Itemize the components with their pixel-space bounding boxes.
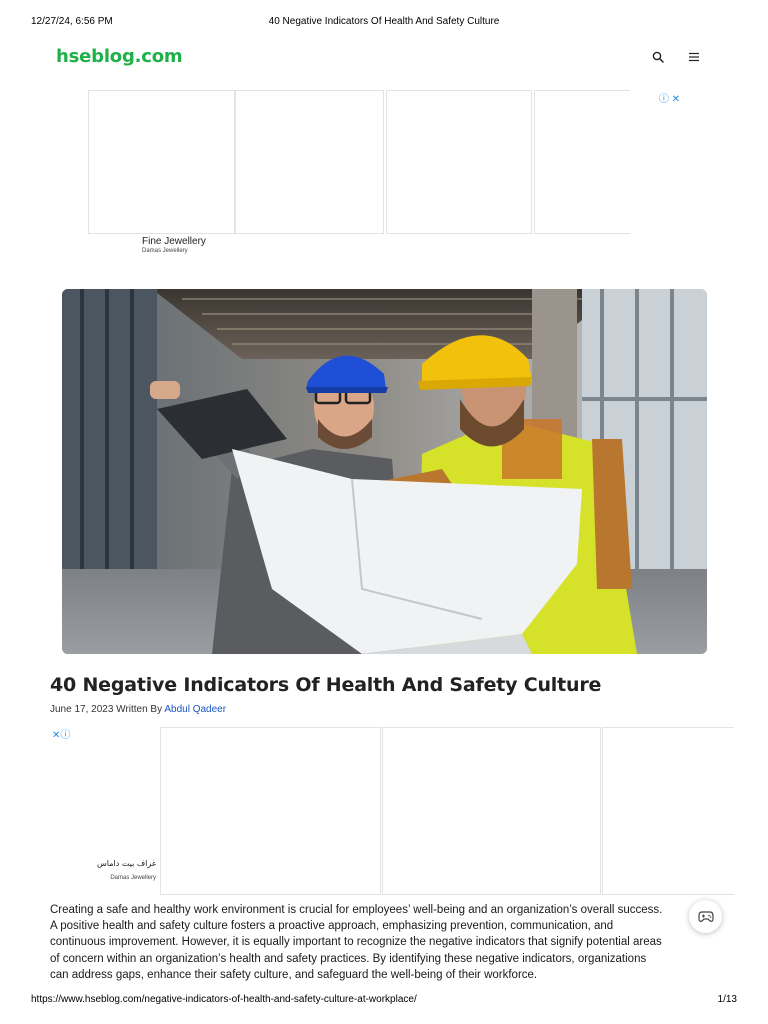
intro-line: continuous improvement. However, it is e… bbox=[50, 936, 662, 949]
print-page-title: 40 Negative Indicators Of Health And Saf… bbox=[268, 16, 500, 27]
floating-game-button[interactable] bbox=[689, 900, 722, 933]
gamepad-icon bbox=[697, 910, 714, 922]
ad-card[interactable] bbox=[382, 727, 601, 895]
article-title: 40 Negative Indicators Of Health And Saf… bbox=[50, 674, 602, 696]
ad-title[interactable]: Fine Jewellery bbox=[142, 236, 206, 247]
article-meta: June 17, 2023 Written By Abdul Qadeer bbox=[50, 704, 226, 715]
ad-close-icon[interactable]: ✕ⓘ bbox=[52, 726, 70, 741]
intro-line: can address gaps, enhance their safety c… bbox=[50, 968, 538, 981]
ad-card[interactable] bbox=[386, 90, 532, 234]
ad-banner-top[interactable]: ⓘ ✕ Fine Jewellery Damas Jewellery bbox=[88, 90, 680, 260]
search-button[interactable] bbox=[649, 48, 667, 66]
print-url: https://www.hseblog.com/negative-indicat… bbox=[31, 994, 417, 1005]
intro-line: A positive health and safety culture fos… bbox=[50, 920, 614, 933]
ad-banner-mid[interactable]: ✕ⓘ غراف بيت داماس Damas Jewellery bbox=[50, 725, 734, 897]
intro-line: of concern within an organization’s heal… bbox=[50, 952, 647, 965]
intro-line: Creating a safe and healthy work environ… bbox=[50, 904, 663, 916]
menu-icon bbox=[689, 52, 699, 62]
hero-illustration bbox=[62, 289, 707, 654]
ad-advertiser: Damas Jewellery bbox=[110, 875, 156, 881]
print-page-number: 1/13 bbox=[717, 994, 737, 1005]
site-logo[interactable]: hseblog.com bbox=[56, 46, 183, 67]
print-footer: https://www.hseblog.com/negative-indicat… bbox=[0, 994, 768, 1008]
print-header: 12/27/24, 6:56 PM 40 Negative Indicators… bbox=[0, 16, 768, 30]
ad-card[interactable] bbox=[88, 90, 235, 234]
menu-button[interactable] bbox=[685, 48, 703, 66]
ad-choices-icon[interactable]: ⓘ ✕ bbox=[659, 90, 680, 105]
ad-card[interactable] bbox=[235, 90, 384, 234]
ad-card[interactable] bbox=[602, 727, 734, 895]
ad-advertiser: Damas Jewellery bbox=[142, 248, 188, 254]
ad-title[interactable]: غراف بيت داماس bbox=[97, 859, 156, 868]
hero-image bbox=[62, 289, 707, 654]
search-icon bbox=[652, 51, 664, 63]
author-link[interactable]: Abdul Qadeer bbox=[164, 704, 226, 715]
ad-card[interactable] bbox=[534, 90, 630, 234]
article-intro: Creating a safe and healthy work environ… bbox=[50, 902, 715, 984]
publish-date: June 17, 2023 Written By bbox=[50, 704, 165, 715]
ad-card[interactable] bbox=[160, 727, 381, 895]
site-header: hseblog.com bbox=[0, 44, 768, 72]
